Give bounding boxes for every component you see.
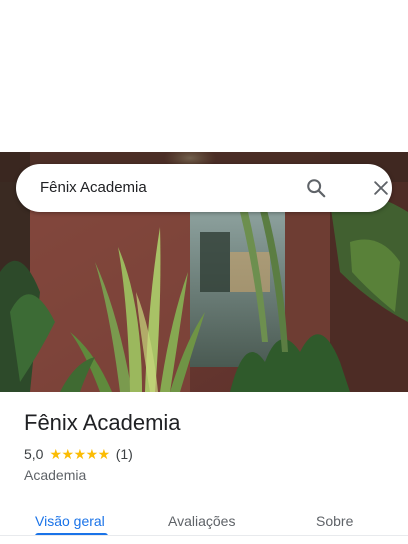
- rating-row[interactable]: 5,0 ★★★★★ (1): [24, 445, 133, 463]
- search-button[interactable]: [302, 174, 330, 202]
- place-title: Fênix Academia: [24, 410, 181, 435]
- star-rating: ★★★★★: [49, 445, 110, 462]
- close-button[interactable]: [367, 174, 395, 202]
- search-bar[interactable]: Fênix Academia: [16, 164, 392, 212]
- review-count[interactable]: (1): [116, 446, 133, 462]
- search-input[interactable]: Fênix Academia: [40, 179, 147, 197]
- tab-reviews[interactable]: Avaliações: [168, 512, 235, 530]
- search-icon: [307, 179, 326, 198]
- tab-about[interactable]: Sobre: [316, 512, 353, 530]
- close-icon: [374, 181, 388, 195]
- tab-divider: [0, 535, 408, 536]
- place-category[interactable]: Academia: [24, 466, 86, 484]
- rating-value: 5,0: [24, 446, 44, 462]
- tab-overview[interactable]: Visão geral: [35, 512, 105, 530]
- place-info-panel: Fênix Academia 5,0 ★★★★★ (1) Academia Vi…: [0, 392, 408, 544]
- tab-bar: Visão geral Avaliações Sobre: [0, 500, 408, 536]
- map-blank-area: [0, 0, 408, 152]
